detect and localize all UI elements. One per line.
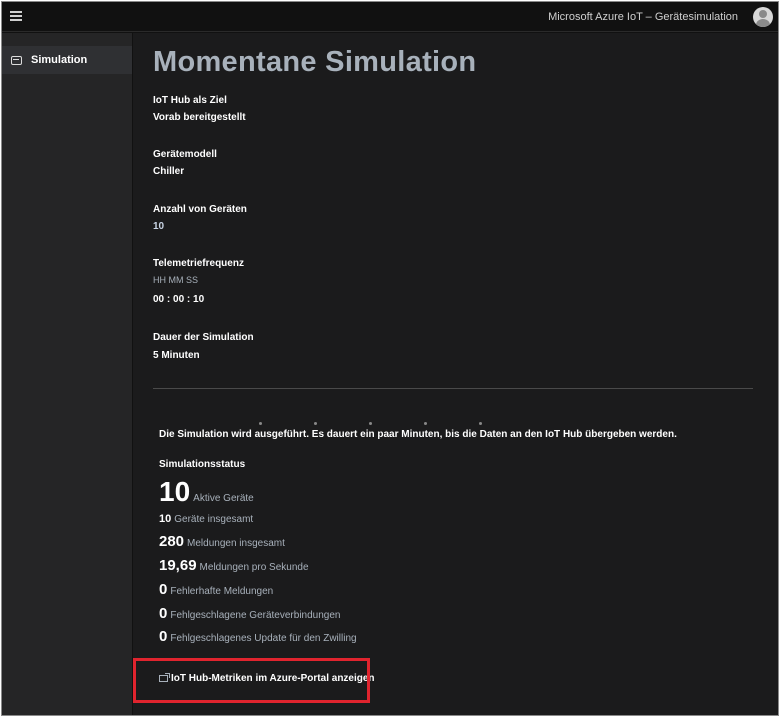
iot-hub-label: IoT Hub als Ziel xyxy=(153,95,227,106)
stat-total-devices: 10 Geräte insgesamt xyxy=(159,513,253,525)
stat-value: 0 xyxy=(159,581,168,598)
main-content: Momentane Simulation IoT Hub als Ziel Vo… xyxy=(133,33,778,715)
stat-messages-per-second: 19,69 Meldungen pro Sekunde xyxy=(159,557,309,574)
stat-label: Meldungen insgesamt xyxy=(187,538,285,549)
duration-value: 5 Minuten xyxy=(153,350,200,361)
stat-label: Aktive Geräte xyxy=(193,493,254,504)
telemetry-value: 00 : 00 : 10 xyxy=(153,294,205,305)
external-link-icon xyxy=(159,673,170,682)
top-bar: Microsoft Azure IoT – Gerätesimulation xyxy=(2,2,778,32)
sidebar: Simulation xyxy=(2,33,132,715)
device-count-value: 10 xyxy=(153,221,165,232)
azure-portal-metrics-link-label: IoT Hub-Metriken im Azure-Portal anzeige… xyxy=(171,673,375,684)
stat-total-messages: 280 Meldungen insgesamt xyxy=(159,533,285,550)
status-title: Simulationsstatus xyxy=(159,459,246,470)
stat-active-devices: 10 Aktive Geräte xyxy=(159,476,254,508)
divider xyxy=(153,388,753,389)
page-title: Momentane Simulation xyxy=(153,46,477,78)
sidebar-item-label: Simulation xyxy=(31,54,88,66)
stat-label: Meldungen pro Sekunde xyxy=(199,562,309,573)
simulation-icon xyxy=(11,55,22,65)
sidebar-item-simulation[interactable]: Simulation xyxy=(2,46,132,74)
user-avatar-button[interactable] xyxy=(748,2,778,32)
loading-indicator xyxy=(259,422,489,426)
stat-label: Fehlerhafte Meldungen xyxy=(170,586,274,597)
user-avatar-icon xyxy=(753,7,773,27)
stat-value: 0 xyxy=(159,605,168,622)
stat-failed-connections: 0 Fehlgeschlagene Geräteverbindungen xyxy=(159,605,340,622)
stat-value: 19,69 xyxy=(159,557,197,574)
device-model-label: Gerätemodell xyxy=(153,149,217,160)
stat-label: Fehlgeschlagenes Update für den Zwilling xyxy=(170,633,357,644)
stat-value: 0 xyxy=(159,628,168,645)
stat-value: 10 xyxy=(159,476,191,507)
progress-message: Die Simulation wird ausgeführt. Es dauer… xyxy=(159,429,677,440)
stat-label: Geräte insgesamt xyxy=(174,514,254,525)
stat-value: 280 xyxy=(159,533,185,550)
device-model-value: Chiller xyxy=(153,166,185,177)
device-count-label: Anzahl von Geräten xyxy=(153,204,247,215)
stat-failed-messages: 0 Fehlerhafte Meldungen xyxy=(159,581,273,598)
app-window: Microsoft Azure IoT – Gerätesimulation S… xyxy=(1,1,779,716)
telemetry-label: Telemetriefrequenz xyxy=(153,258,244,269)
telemetry-format-hint: HH MM SS xyxy=(153,275,198,285)
stat-failed-twin-updates: 0 Fehlgeschlagenes Update für den Zwilli… xyxy=(159,628,357,645)
iot-hub-value: Vorab bereitgestellt xyxy=(153,112,246,123)
stat-label: Fehlgeschlagene Geräteverbindungen xyxy=(170,610,341,621)
azure-portal-metrics-link[interactable]: IoT Hub-Metriken im Azure-Portal anzeige… xyxy=(159,673,375,684)
app-title: Microsoft Azure IoT – Gerätesimulation xyxy=(548,11,738,23)
duration-label: Dauer der Simulation xyxy=(153,332,254,343)
stat-value: 10 xyxy=(159,513,172,525)
hamburger-icon[interactable] xyxy=(10,11,22,23)
